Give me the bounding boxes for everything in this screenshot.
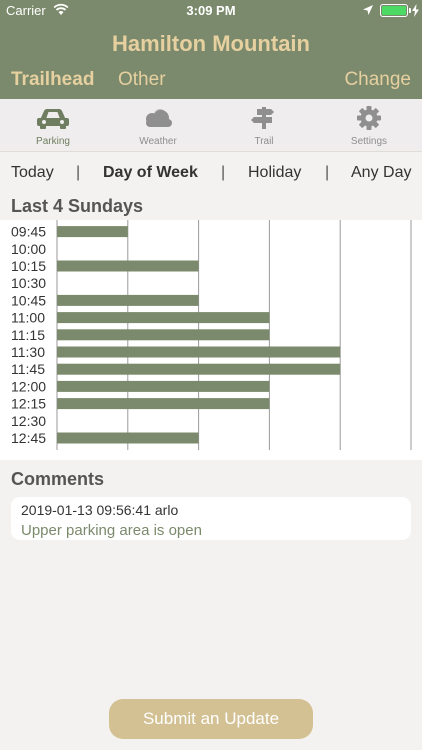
chart-bar xyxy=(57,294,199,306)
tick-label: 11:30 xyxy=(11,344,45,360)
parking-chart: 09:45 10:00 10:15 10:30 10:45 11:00 11:15 11:30… xyxy=(0,220,422,460)
tick-label: 12:45 xyxy=(11,430,46,446)
filter-today[interactable]: Today xyxy=(11,164,54,182)
location-arrow-icon xyxy=(363,5,373,15)
chart-bar xyxy=(57,329,270,341)
tab-settings[interactable]: Settings xyxy=(329,99,409,152)
filter-separator: | xyxy=(325,164,330,181)
car-icon xyxy=(37,109,69,129)
tab-label-parking: Parking xyxy=(36,136,70,147)
comment-card: 2019-01-13 09:56:41 arlo Upper parking a… xyxy=(11,497,411,540)
filter-holiday[interactable]: Holiday xyxy=(248,164,301,182)
tick-label: 12:00 xyxy=(11,378,46,394)
parking-chart-svg: 09:4510:0010:1510:3010:45 11:0011:1511:30… xyxy=(11,220,412,450)
page-title: Hamilton Mountain xyxy=(112,31,310,56)
trail-sign-icon xyxy=(251,107,274,129)
filter-separator: | xyxy=(221,164,226,181)
tick-label: 11:45 xyxy=(11,361,45,377)
cloud-icon xyxy=(146,109,172,127)
tick-label: 11:15 xyxy=(11,327,45,343)
tick-label: 10:30 xyxy=(11,275,46,291)
filter-any-day[interactable]: Any Day xyxy=(351,164,411,182)
status-bar: Carrier 3:09 PM xyxy=(0,0,422,22)
comment-text: Upper parking area is open xyxy=(21,522,202,539)
segment-trailhead[interactable]: Trailhead xyxy=(11,69,94,91)
change-button[interactable]: Change xyxy=(344,69,411,91)
tick-label: 11:00 xyxy=(11,310,45,326)
status-time: 3:09 PM xyxy=(186,3,236,18)
day-filter: Today | Day of Week | Holiday | Any Day xyxy=(0,152,422,192)
tab-parking[interactable]: Parking xyxy=(13,99,93,152)
chart-title: Last 4 Sundays xyxy=(11,196,144,216)
tick-label: 10:45 xyxy=(11,292,46,308)
tab-label-weather: Weather xyxy=(139,136,177,147)
chart-bar xyxy=(57,363,341,375)
submit-update-button[interactable]: Submit an Update xyxy=(109,699,313,739)
filter-day-of-week[interactable]: Day of Week xyxy=(103,164,198,182)
tick-label: 12:30 xyxy=(11,413,46,429)
battery-icon xyxy=(380,4,408,17)
tick-label: 12:15 xyxy=(11,396,46,412)
tab-label-trail: Trail xyxy=(254,136,274,147)
tick-label: 10:00 xyxy=(11,241,46,257)
tick-label: 09:45 xyxy=(11,224,46,240)
tab-trail[interactable]: Trail xyxy=(224,99,304,152)
chart-bar xyxy=(57,260,199,272)
chart-bar xyxy=(57,312,270,324)
segment-other[interactable]: Other xyxy=(118,69,166,91)
chart-bar xyxy=(57,380,270,392)
chart-bar xyxy=(57,346,341,358)
comment-meta: 2019-01-13 09:56:41 arlo xyxy=(21,502,179,518)
tab-label-settings: Settings xyxy=(350,136,388,147)
chart-bar xyxy=(57,226,128,238)
tab-weather[interactable]: Weather xyxy=(118,99,198,152)
filter-separator: | xyxy=(76,164,81,181)
charging-bolt-icon xyxy=(412,4,419,17)
header: Carrier 3:09 PM Hamilton Mountain Trailh… xyxy=(0,0,422,99)
tick-label: 10:15 xyxy=(11,258,46,274)
comments-title: Comments xyxy=(11,469,105,489)
tab-bar: Parking Weather Trail Settings xyxy=(0,99,422,152)
gear-icon xyxy=(357,106,381,130)
chart-bar xyxy=(57,398,270,410)
chart-bar xyxy=(57,432,199,444)
